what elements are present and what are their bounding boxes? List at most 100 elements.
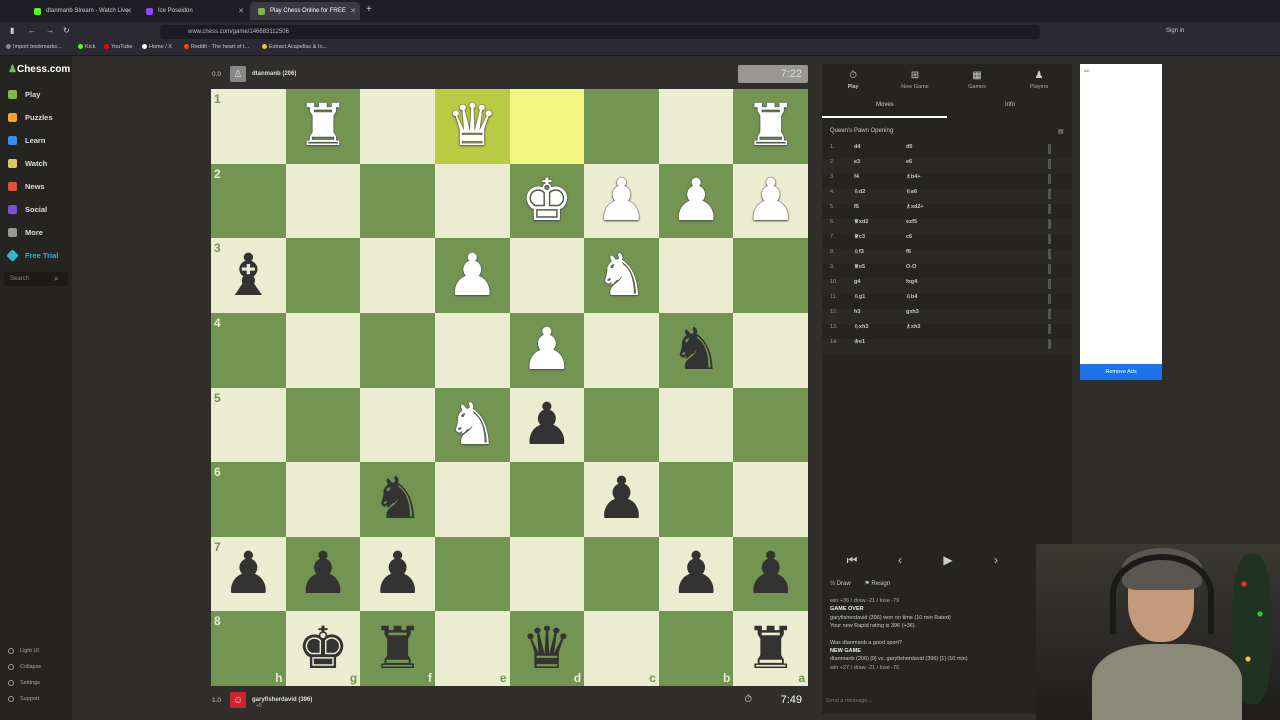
square[interactable] bbox=[434, 312, 510, 388]
tab-games[interactable]: ▦ Games bbox=[946, 70, 1008, 90]
square[interactable]: e bbox=[434, 611, 510, 686]
square[interactable]: ♟ bbox=[658, 163, 734, 239]
remove-ads-button[interactable]: Remove Ads bbox=[1080, 364, 1162, 380]
white-move[interactable]: f4 bbox=[854, 174, 859, 180]
square[interactable] bbox=[285, 163, 361, 239]
black-move[interactable]: c6 bbox=[906, 234, 912, 240]
square[interactable]: 1 bbox=[211, 89, 286, 164]
chess-logo[interactable]: ♟Chess.com bbox=[8, 64, 70, 75]
square[interactable] bbox=[360, 312, 435, 388]
square[interactable] bbox=[584, 89, 659, 164]
square[interactable]: ♜ bbox=[285, 89, 361, 164]
black-move[interactable]: gxh3 bbox=[906, 309, 919, 315]
white-queen-piece[interactable]: ♛ bbox=[446, 97, 498, 155]
black-pawn-piece[interactable]: ♟ bbox=[745, 545, 797, 603]
black-move[interactable]: ♗xd2+ bbox=[906, 204, 924, 210]
subtab-info[interactable]: Info bbox=[1005, 102, 1015, 108]
sidebar-item-free-trial[interactable]: Free Trial bbox=[6, 249, 58, 262]
tab-ice-poseidon[interactable]: Ice Poseidon ✕ bbox=[138, 2, 248, 20]
sidebar-item-learn[interactable]: Learn bbox=[8, 136, 45, 145]
square[interactable]: 5 bbox=[211, 387, 286, 463]
avatar[interactable]: ♙ bbox=[230, 66, 246, 82]
bookmark-item[interactable]: Import bookmarks... bbox=[6, 44, 62, 50]
white-move[interactable]: ♕xd2 bbox=[854, 219, 868, 225]
book-icon[interactable]: ▤ bbox=[1058, 128, 1064, 135]
square[interactable] bbox=[434, 462, 510, 537]
sidebar-item-social[interactable]: Social bbox=[8, 205, 47, 214]
white-rook-piece[interactable]: ♜ bbox=[297, 97, 349, 155]
square[interactable]: f ♜ bbox=[360, 611, 435, 686]
square[interactable]: ♟ bbox=[285, 536, 361, 612]
square[interactable] bbox=[285, 312, 361, 388]
square[interactable]: 4 bbox=[211, 312, 286, 388]
square[interactable] bbox=[434, 536, 510, 612]
black-pawn-piece[interactable]: ♟ bbox=[595, 470, 647, 528]
black-bishop-piece[interactable]: ♝ bbox=[222, 246, 274, 305]
black-knight-piece[interactable]: ♞ bbox=[372, 470, 424, 528]
square[interactable]: ♚ bbox=[509, 163, 585, 239]
square[interactable]: ♟ bbox=[584, 163, 659, 239]
square[interactable]: c bbox=[584, 611, 659, 686]
square[interactable]: 8h bbox=[211, 611, 286, 686]
subtab-moves[interactable]: Moves bbox=[876, 102, 894, 108]
url-input[interactable]: www.chess.com/game/146683112506 bbox=[160, 25, 1040, 39]
square[interactable]: 2 bbox=[211, 163, 286, 239]
tab-kick-stream[interactable]: dtanmanb Stream - Watch Live ✕ bbox=[26, 2, 136, 20]
square[interactable] bbox=[658, 89, 734, 164]
back-button[interactable]: ← bbox=[28, 26, 36, 35]
square[interactable] bbox=[584, 536, 659, 612]
black-pawn-piece[interactable]: ♟ bbox=[521, 395, 573, 454]
white-move[interactable]: ♕c3 bbox=[854, 234, 865, 240]
close-tab-icon[interactable]: ✕ bbox=[350, 7, 356, 15]
square[interactable]: ♟ bbox=[584, 462, 659, 537]
white-rook-piece[interactable]: ♜ bbox=[745, 97, 797, 155]
white-move[interactable]: ♕e5 bbox=[854, 264, 865, 270]
sidebar-item-more[interactable]: More bbox=[8, 228, 43, 237]
square[interactable]: ♟ bbox=[434, 238, 510, 313]
square[interactable]: g ♚ bbox=[285, 611, 361, 686]
white-move[interactable]: e3 bbox=[854, 159, 860, 165]
square[interactable]: ♞ bbox=[584, 238, 659, 313]
black-move[interactable]: d5 bbox=[906, 144, 912, 150]
white-pawn-piece[interactable]: ♟ bbox=[521, 321, 573, 379]
square[interactable] bbox=[285, 238, 361, 313]
square[interactable]: ♟ bbox=[509, 387, 585, 463]
white-pawn-piece[interactable]: ♟ bbox=[745, 171, 797, 230]
sidebar-toggle-icon[interactable]: ▮ bbox=[10, 26, 14, 35]
close-tab-icon[interactable]: ✕ bbox=[238, 7, 244, 15]
square[interactable]: ♛ bbox=[434, 89, 510, 164]
settings-link[interactable]: Settings bbox=[8, 680, 40, 686]
square[interactable] bbox=[733, 387, 808, 463]
bookmark-item[interactable]: YouTube bbox=[104, 44, 133, 50]
white-knight-piece[interactable]: ♞ bbox=[595, 246, 647, 305]
white-knight-piece[interactable]: ♞ bbox=[446, 395, 498, 454]
sidebar-item-play[interactable]: Play bbox=[8, 90, 40, 99]
square[interactable] bbox=[658, 387, 734, 463]
support-link[interactable]: Support bbox=[8, 696, 39, 702]
black-move[interactable]: ♗b4+ bbox=[906, 174, 921, 180]
black-pawn-piece[interactable]: ♟ bbox=[670, 545, 722, 603]
white-move[interactable]: g4 bbox=[854, 279, 860, 285]
square[interactable]: ♟ bbox=[360, 536, 435, 612]
square[interactable] bbox=[285, 387, 361, 463]
square[interactable]: ♞ bbox=[658, 312, 734, 388]
light-ui-toggle[interactable]: Light UI bbox=[8, 648, 39, 654]
square[interactable]: ♞ bbox=[360, 462, 435, 537]
close-tab-icon[interactable]: ✕ bbox=[126, 7, 132, 15]
square[interactable]: 3 ♝ bbox=[211, 238, 286, 313]
white-pawn-piece[interactable]: ♟ bbox=[595, 171, 647, 230]
black-pawn-piece[interactable]: ♟ bbox=[297, 545, 349, 603]
black-queen-piece[interactable]: ♛ bbox=[521, 619, 573, 678]
square[interactable]: d ♛ bbox=[509, 611, 585, 686]
black-knight-piece[interactable]: ♞ bbox=[670, 321, 722, 379]
white-move[interactable]: ♘f3 bbox=[854, 249, 864, 255]
resign-button[interactable]: ⚑ Resign bbox=[864, 581, 890, 587]
collapse-button[interactable]: Collapse bbox=[8, 664, 41, 670]
square[interactable]: ♟ bbox=[509, 312, 585, 388]
bookmark-item[interactable]: Home / X bbox=[142, 44, 172, 50]
square[interactable] bbox=[360, 238, 435, 313]
black-rook-piece[interactable]: ♜ bbox=[372, 619, 424, 678]
next-move-button[interactable]: › bbox=[976, 548, 1016, 572]
square[interactable] bbox=[584, 387, 659, 463]
black-move[interactable]: ♗xh3 bbox=[906, 324, 920, 330]
